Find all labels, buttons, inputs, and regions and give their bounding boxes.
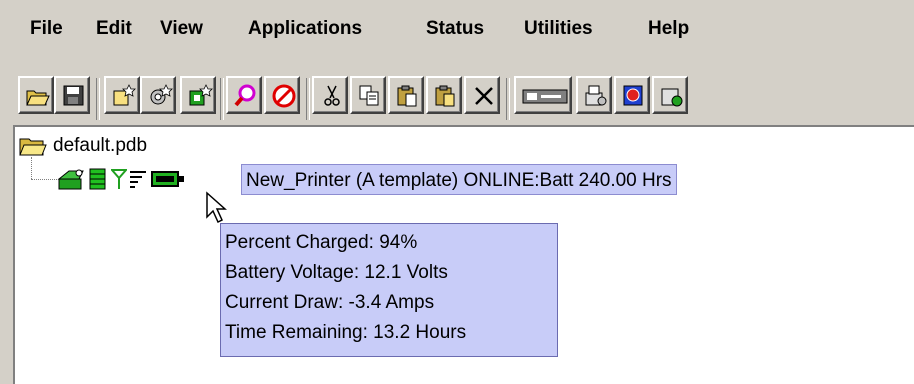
- delete-icon: [475, 87, 493, 105]
- open-button[interactable]: [18, 76, 54, 114]
- menu-help[interactable]: Help: [648, 18, 689, 40]
- cut-icon: [324, 85, 340, 106]
- find-button[interactable]: [226, 76, 262, 114]
- battery-icon[interactable]: [151, 167, 187, 196]
- new-gear-button[interactable]: [140, 76, 176, 114]
- antenna-icon: [109, 167, 129, 196]
- menu-file[interactable]: File: [30, 18, 63, 40]
- more-icon: [661, 88, 683, 107]
- tooltip-percent-charged: Percent Charged: 94%: [225, 232, 418, 253]
- menu-status[interactable]: Status: [426, 18, 484, 40]
- toolbar-separator: [306, 78, 310, 120]
- new-printer-button[interactable]: [180, 76, 216, 114]
- delete-button[interactable]: [464, 76, 500, 114]
- printer-settings-icon: [585, 85, 607, 106]
- folder-icon: [19, 135, 47, 162]
- battery-tooltip: Percent Charged: 94% Battery Voltage: 12…: [220, 223, 558, 357]
- tree-connector: [31, 157, 32, 179]
- calendar-button[interactable]: [614, 76, 650, 114]
- calendar-icon: [623, 85, 643, 106]
- menu-view[interactable]: View: [160, 18, 203, 40]
- toolbar-separator: [506, 78, 510, 120]
- save-icon: [63, 85, 84, 106]
- more-button[interactable]: [652, 76, 688, 114]
- menu-utilities[interactable]: Utilities: [524, 18, 593, 40]
- toolbar-separator: [96, 78, 100, 120]
- list-icon: [89, 167, 107, 196]
- copy-icon: [359, 85, 379, 106]
- tree-connector: [31, 179, 57, 180]
- menu-applications[interactable]: Applications: [248, 18, 362, 40]
- toolbar-separator: [220, 78, 224, 120]
- printer-settings-button[interactable]: [576, 76, 612, 114]
- copy-button[interactable]: [350, 76, 386, 114]
- paste-special-icon: [435, 85, 455, 107]
- new-printer-icon: [189, 84, 213, 106]
- save-button[interactable]: [54, 76, 90, 114]
- paste-special-button[interactable]: [426, 76, 462, 114]
- tree-root-label[interactable]: default.pdb: [53, 135, 147, 157]
- stop-button[interactable]: [264, 76, 300, 114]
- paste-icon: [397, 85, 417, 107]
- new-document-button[interactable]: [104, 76, 140, 114]
- device-icon: [522, 89, 568, 104]
- tooltip-current-draw: Current Draw: -3.4 Amps: [225, 292, 435, 313]
- paste-button[interactable]: [388, 76, 424, 114]
- tooltip-time-remaining: Time Remaining: 13.2 Hours: [225, 322, 467, 343]
- open-folder-icon: [26, 90, 50, 106]
- find-icon: [234, 84, 256, 107]
- toolbar: [14, 76, 914, 122]
- menu-bar: File Edit View Applications Status Utili…: [0, 0, 914, 46]
- menu-edit[interactable]: Edit: [96, 18, 132, 40]
- lines-icon: [129, 167, 147, 196]
- cut-button[interactable]: [312, 76, 348, 114]
- stop-icon: [272, 84, 296, 108]
- new-gear-icon: [150, 84, 173, 105]
- printer-icon: [57, 167, 87, 196]
- tree-view[interactable]: default.pdb New_Printer (A template) ONL…: [13, 125, 914, 384]
- new-document-icon: [113, 84, 136, 106]
- tooltip-battery-voltage: Battery Voltage: 12.1 Volts: [225, 262, 448, 283]
- device-button[interactable]: [514, 76, 572, 114]
- printer-node-label[interactable]: New_Printer (A template) ONLINE:Batt 240…: [241, 164, 677, 195]
